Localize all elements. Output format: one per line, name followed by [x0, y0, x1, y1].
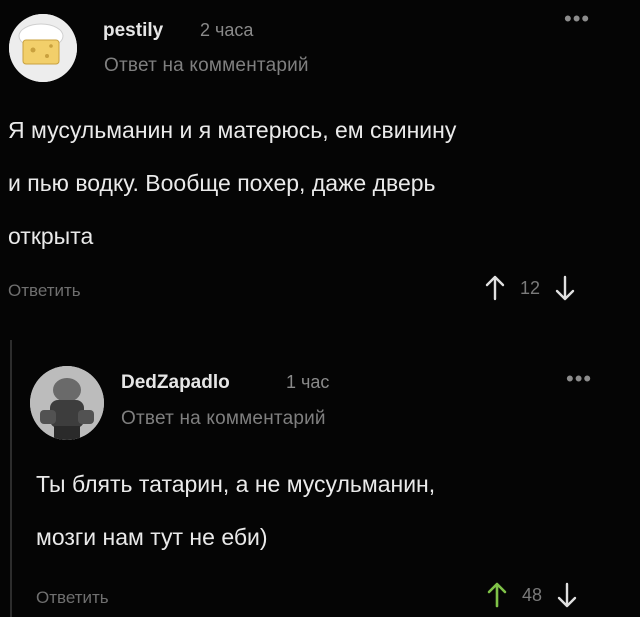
- timestamp: 1 час: [286, 372, 330, 392]
- author-name[interactable]: pestily: [103, 20, 163, 42]
- comment-text: Ты блять татарин, а не мусульманин, мозг…: [36, 458, 626, 564]
- comment-text-line: Я мусульманин и я матерюсь, ем свинину: [8, 117, 457, 143]
- comment: pestily 2 часа Ответ на комментарий ••• …: [0, 0, 640, 320]
- more-options-icon[interactable]: •••: [564, 6, 590, 32]
- comment-text-line: мозги нам тут не еби): [36, 524, 268, 550]
- vote-controls: 48: [486, 581, 578, 609]
- vote-controls: 12: [484, 274, 576, 302]
- reply-to-label[interactable]: Ответ на комментарий: [121, 408, 326, 430]
- avatar-chef-icon: [9, 14, 77, 82]
- reply-button[interactable]: Ответить: [36, 588, 109, 608]
- upvote-arrow-icon[interactable]: [486, 581, 508, 609]
- upvote-arrow-icon[interactable]: [484, 274, 506, 302]
- score: 48: [522, 584, 543, 605]
- avatar-photo-icon: [30, 366, 104, 440]
- comment-text-line: Ты блять татарин, а не мусульманин,: [36, 471, 436, 497]
- comment-text: Я мусульманин и я матерюсь, ем свинину и…: [8, 104, 628, 263]
- avatar[interactable]: [30, 366, 104, 440]
- avatar[interactable]: [9, 14, 77, 82]
- downvote-arrow-icon[interactable]: [556, 581, 578, 609]
- reply-to-label[interactable]: Ответ на комментарий: [104, 55, 309, 77]
- author-name[interactable]: DedZapadlo: [121, 372, 230, 394]
- more-options-icon[interactable]: •••: [566, 366, 592, 392]
- comment-text-line: и пью водку. Вообще похер, даже дверь: [8, 170, 436, 196]
- reply-button[interactable]: Ответить: [8, 281, 81, 301]
- comment-text-line: открыта: [8, 223, 94, 249]
- downvote-arrow-icon[interactable]: [554, 274, 576, 302]
- comment: DedZapadlo 1 час Ответ на комментарий ••…: [0, 340, 640, 617]
- timestamp: 2 часа: [200, 20, 254, 40]
- score: 12: [520, 277, 541, 298]
